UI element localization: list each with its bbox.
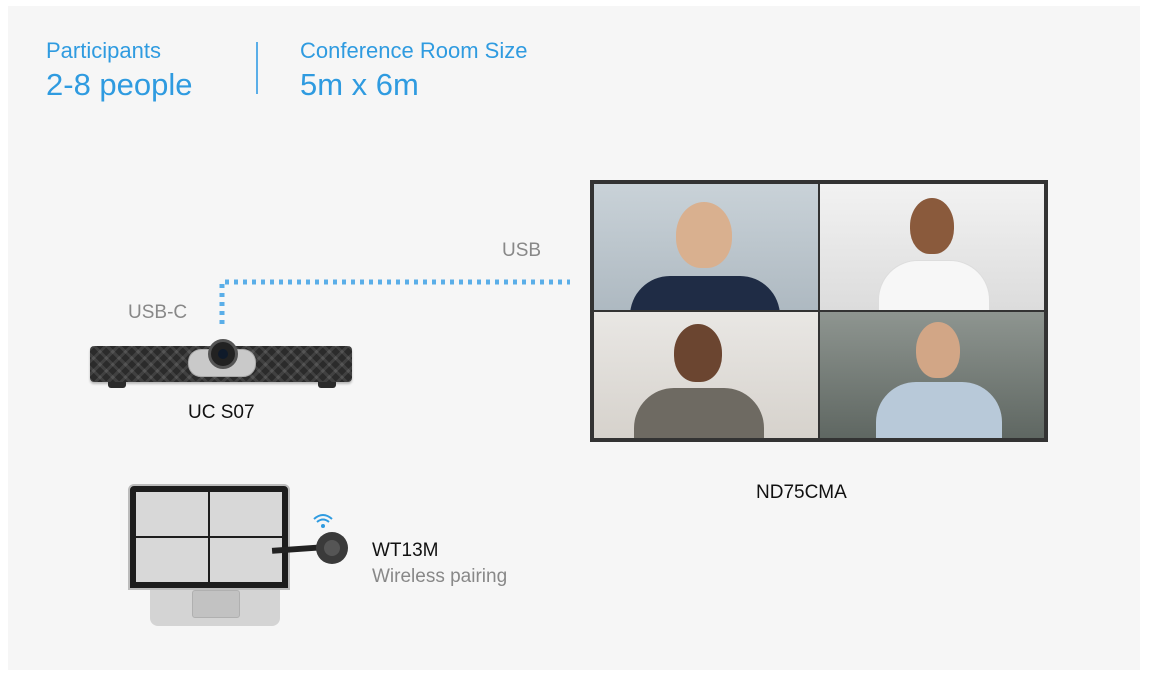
laptop-screen [128,484,290,590]
wifi-icon [313,514,333,528]
laptop-trackpad [192,590,240,618]
usb-label: USB [502,240,542,261]
nd75cma-display [590,180,1048,442]
video-tile [820,184,1044,310]
video-tile [594,312,818,438]
nd75cma-name: ND75CMA [756,482,847,503]
wt13m-description: Wireless pairing [372,566,508,587]
bar-foot [108,382,126,388]
video-tile [820,312,1044,438]
uc-s07-name: UC S07 [188,402,255,423]
camera-lens-icon [208,339,238,369]
bar-foot [318,382,336,388]
wt13m-name: WT13M [372,540,439,561]
wt13m-dongle [316,532,348,564]
usb-c-label: USB-C [128,302,188,323]
video-tile [594,184,818,310]
